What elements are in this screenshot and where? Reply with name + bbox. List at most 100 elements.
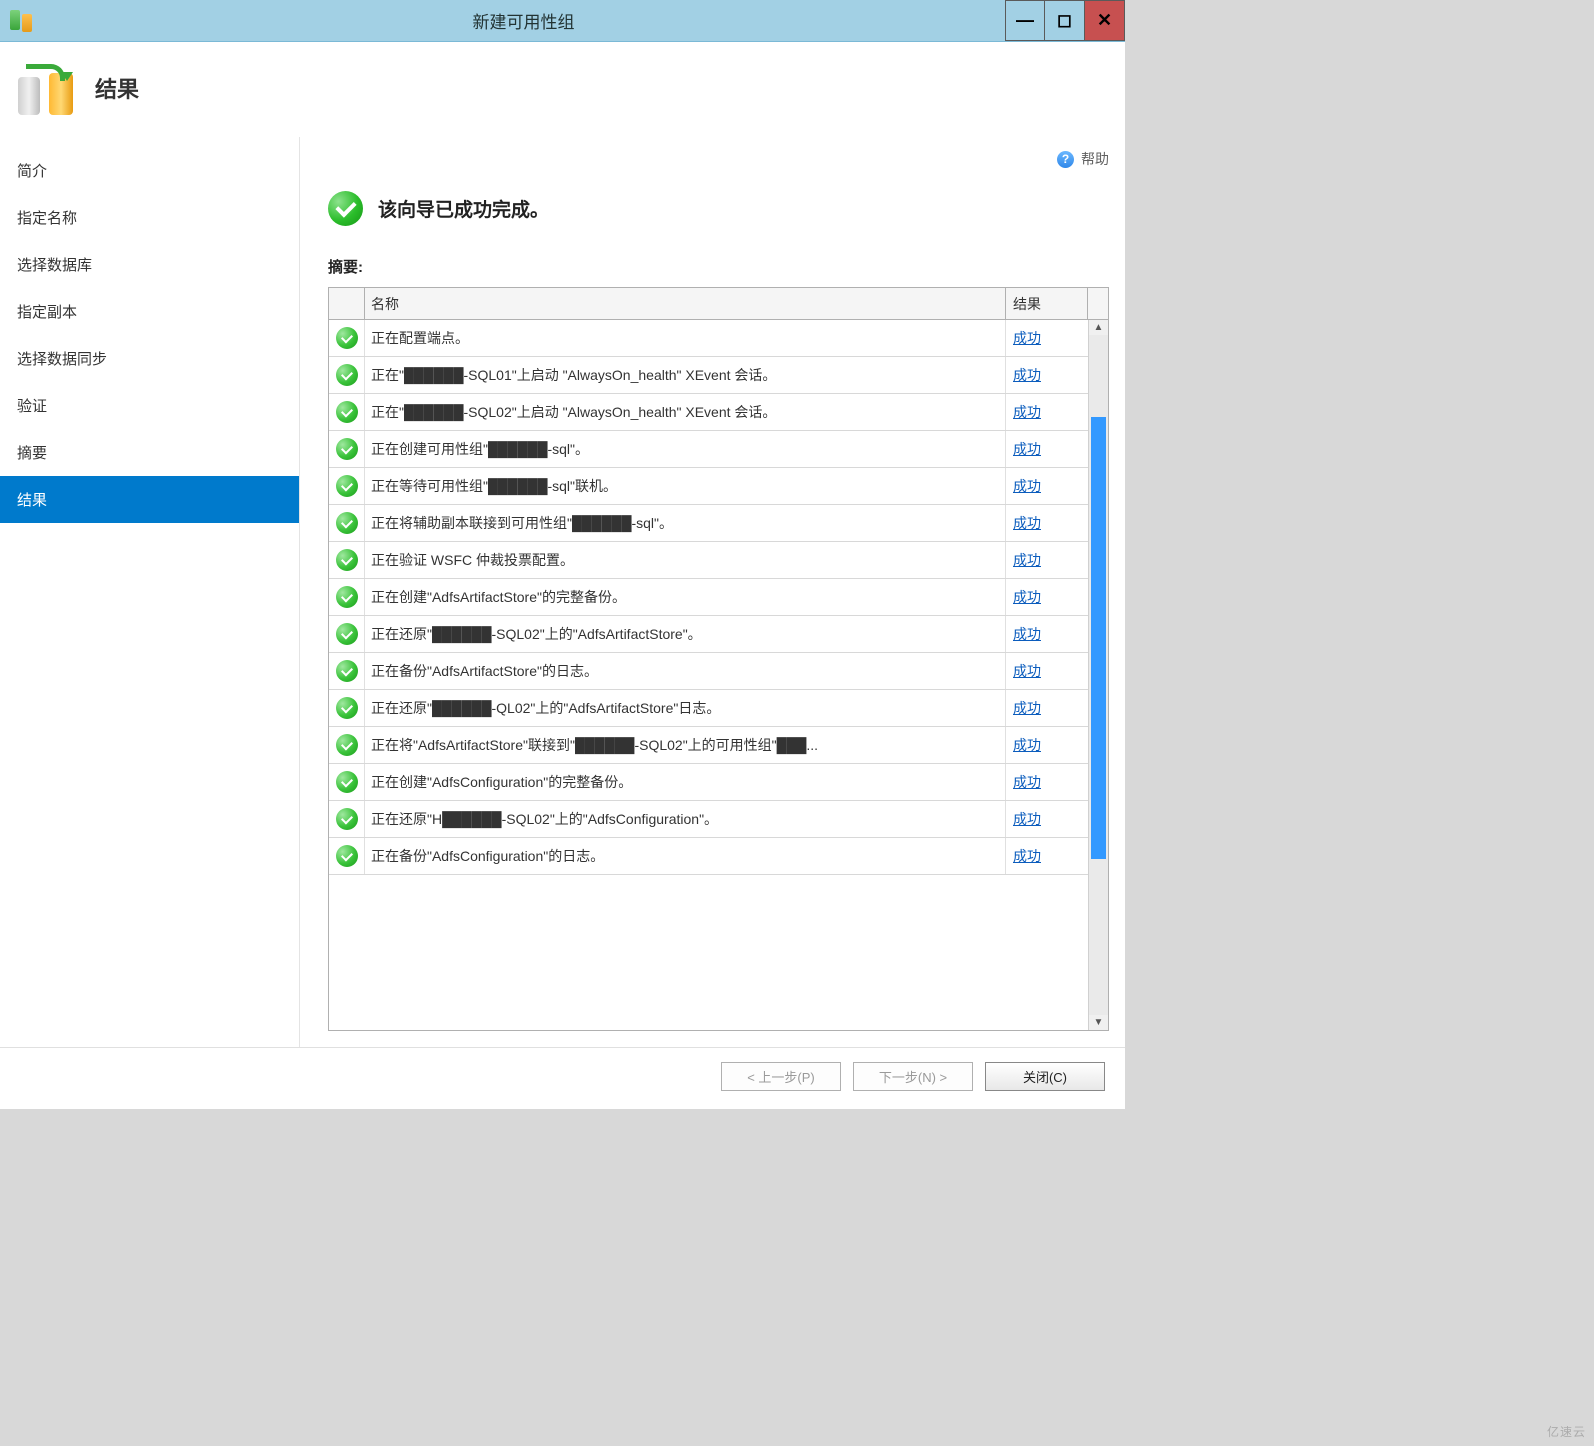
scroll-thumb[interactable] (1091, 417, 1106, 859)
row-name: 正在还原"██████-QL02"上的"AdfsArtifactStore"日志… (365, 690, 1006, 726)
row-status-icon (329, 320, 365, 356)
row-name: 正在等待可用性组"██████-sql"联机。 (365, 468, 1006, 504)
row-status-icon (329, 542, 365, 578)
row-name: 正在"██████-SQL02"上启动 "AlwaysOn_health" XE… (365, 394, 1006, 430)
result-link[interactable]: 成功 (1013, 735, 1041, 755)
result-link[interactable]: 成功 (1013, 624, 1041, 644)
results-table: 名称 结果 正在配置端点。成功正在"██████-SQL01"上启动 "Alwa… (328, 287, 1109, 1031)
col-result-header: 结果 (1006, 288, 1088, 319)
row-status-icon (329, 764, 365, 800)
row-status-icon (329, 357, 365, 393)
result-link[interactable]: 成功 (1013, 809, 1041, 829)
result-link[interactable]: 成功 (1013, 439, 1041, 459)
table-row: 正在等待可用性组"██████-sql"联机。成功 (329, 468, 1088, 505)
row-result: 成功 (1006, 357, 1088, 393)
row-name: 正在还原"H██████-SQL02"上的"AdfsConfiguration"… (365, 801, 1006, 837)
sidebar-item-1[interactable]: 指定名称 (0, 194, 299, 241)
help-icon[interactable]: ? (1057, 151, 1074, 168)
table-row: 正在将"AdfsArtifactStore"联接到"██████-SQL02"上… (329, 727, 1088, 764)
result-link[interactable]: 成功 (1013, 772, 1041, 792)
row-name: 正在"██████-SQL01"上启动 "AlwaysOn_health" XE… (365, 357, 1006, 393)
scroll-down-icon[interactable]: ▼ (1094, 1017, 1104, 1028)
scroll-up-icon[interactable]: ▲ (1094, 322, 1104, 333)
result-link[interactable]: 成功 (1013, 550, 1041, 570)
sidebar-item-2[interactable]: 选择数据库 (0, 241, 299, 288)
row-status-icon (329, 616, 365, 652)
table-row: 正在还原"██████-QL02"上的"AdfsArtifactStore"日志… (329, 690, 1088, 727)
row-name: 正在创建"AdfsConfiguration"的完整备份。 (365, 764, 1006, 800)
row-name: 正在还原"██████-SQL02"上的"AdfsArtifactStore"。 (365, 616, 1006, 652)
result-link[interactable]: 成功 (1013, 402, 1041, 422)
row-name: 正在备份"AdfsConfiguration"的日志。 (365, 838, 1006, 874)
result-link[interactable]: 成功 (1013, 476, 1041, 496)
wizard-window: 新建可用性组 — ◻ ✕ 结果 简介指定名称选择数据库指定副本选择数据同步验证摘… (0, 0, 1125, 1109)
row-name: 正在将"AdfsArtifactStore"联接到"██████-SQL02"上… (365, 727, 1006, 763)
window-title: 新建可用性组 (42, 8, 1005, 33)
row-result: 成功 (1006, 690, 1088, 726)
row-name: 正在验证 WSFC 仲裁投票配置。 (365, 542, 1006, 578)
row-name: 正在创建可用性组"██████-sql"。 (365, 431, 1006, 467)
row-name: 正在将辅助副本联接到可用性组"██████-sql"。 (365, 505, 1006, 541)
body: 简介指定名称选择数据库指定副本选择数据同步验证摘要结果 ? 帮助 该向导已成功完… (0, 137, 1125, 1047)
row-status-icon (329, 394, 365, 430)
row-status-icon (329, 690, 365, 726)
summary-label: 摘要: (328, 256, 1109, 277)
row-result: 成功 (1006, 505, 1088, 541)
result-link[interactable]: 成功 (1013, 365, 1041, 385)
row-result: 成功 (1006, 468, 1088, 504)
table-row: 正在"██████-SQL01"上启动 "AlwaysOn_health" XE… (329, 357, 1088, 394)
sidebar-item-0[interactable]: 简介 (0, 147, 299, 194)
back-button: < 上一步(P) (721, 1062, 841, 1091)
page-title: 结果 (95, 72, 139, 104)
row-name: 正在备份"AdfsArtifactStore"的日志。 (365, 653, 1006, 689)
row-status-icon (329, 579, 365, 615)
row-result: 成功 (1006, 431, 1088, 467)
row-result: 成功 (1006, 764, 1088, 800)
result-link[interactable]: 成功 (1013, 587, 1041, 607)
maximize-button[interactable]: ◻ (1045, 0, 1085, 41)
row-name: 正在创建"AdfsArtifactStore"的完整备份。 (365, 579, 1006, 615)
row-result: 成功 (1006, 542, 1088, 578)
row-status-icon (329, 727, 365, 763)
header-icon (18, 60, 73, 115)
sidebar-item-4[interactable]: 选择数据同步 (0, 335, 299, 382)
sidebar-item-3[interactable]: 指定副本 (0, 288, 299, 335)
result-link[interactable]: 成功 (1013, 513, 1041, 533)
row-status-icon (329, 468, 365, 504)
scroll-track[interactable] (1089, 335, 1108, 1015)
footer: < 上一步(P) 下一步(N) > 关闭(C) (0, 1047, 1125, 1109)
result-link[interactable]: 成功 (1013, 846, 1041, 866)
row-status-icon (329, 801, 365, 837)
row-name: 正在配置端点。 (365, 320, 1006, 356)
row-status-icon (329, 431, 365, 467)
help-link[interactable]: 帮助 (1081, 149, 1109, 169)
result-link[interactable]: 成功 (1013, 698, 1041, 718)
col-name-header: 名称 (365, 288, 1006, 319)
row-result: 成功 (1006, 579, 1088, 615)
result-link[interactable]: 成功 (1013, 661, 1041, 681)
sidebar-item-6[interactable]: 摘要 (0, 429, 299, 476)
next-button: 下一步(N) > (853, 1062, 973, 1091)
row-result: 成功 (1006, 727, 1088, 763)
row-status-icon (329, 653, 365, 689)
col-icon-header (329, 288, 365, 319)
row-result: 成功 (1006, 616, 1088, 652)
watermark: 亿速云 (1547, 1423, 1586, 1440)
table-row: 正在创建"AdfsConfiguration"的完整备份。成功 (329, 764, 1088, 801)
minimize-button[interactable]: — (1005, 0, 1045, 41)
table-row: 正在创建"AdfsArtifactStore"的完整备份。成功 (329, 579, 1088, 616)
table-body: 正在配置端点。成功正在"██████-SQL01"上启动 "AlwaysOn_h… (329, 320, 1088, 1030)
sidebar-item-5[interactable]: 验证 (0, 382, 299, 429)
success-check-icon (328, 191, 363, 226)
row-result: 成功 (1006, 838, 1088, 874)
result-link[interactable]: 成功 (1013, 328, 1041, 348)
close-button[interactable]: ✕ (1085, 0, 1125, 41)
table-row: 正在备份"AdfsConfiguration"的日志。成功 (329, 838, 1088, 875)
sidebar-item-7[interactable]: 结果 (0, 476, 299, 523)
vertical-scrollbar[interactable]: ▲ ▼ (1088, 320, 1108, 1030)
app-icon (0, 0, 42, 42)
window-controls: — ◻ ✕ (1005, 0, 1125, 41)
close-wizard-button[interactable]: 关闭(C) (985, 1062, 1105, 1091)
row-status-icon (329, 838, 365, 874)
main-panel: ? 帮助 该向导已成功完成。 摘要: 名称 结果 正在配置端点。成功正在"███… (300, 137, 1125, 1047)
